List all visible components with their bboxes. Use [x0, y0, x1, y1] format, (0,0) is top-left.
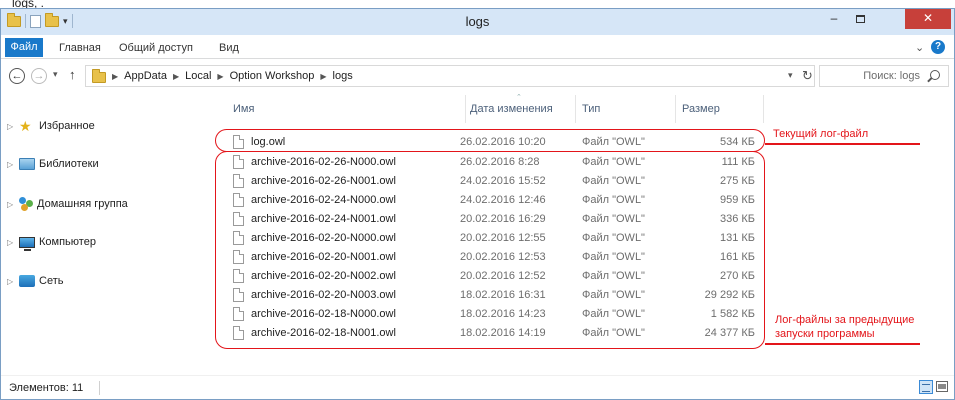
up-button[interactable]: ↑ — [69, 67, 76, 82]
expand-icon[interactable]: ▷ — [7, 238, 15, 247]
tab-view[interactable]: Вид — [219, 42, 239, 54]
column-divider[interactable] — [465, 95, 466, 123]
navigation-bar: ← → ▾ ↑ ▶ AppData ▶ Local ▶ Option Works… — [1, 60, 954, 92]
maximize-icon — [855, 14, 865, 23]
previous-logs-underline — [765, 343, 920, 345]
column-divider[interactable] — [763, 95, 764, 123]
breadcrumb-option-workshop[interactable]: Option Workshop — [230, 70, 315, 82]
breadcrumb-local[interactable]: Local — [185, 70, 211, 82]
large-icons-view-icon[interactable] — [936, 381, 948, 392]
previous-logs-annotation-line1: Лог-файлы за предыдущие — [775, 314, 915, 326]
navigation-pane: ▷ ★ Избранное ▷ Библиотеки ▷ Домашняя гр… — [1, 93, 211, 373]
nav-item-label: Библиотеки — [39, 158, 99, 170]
star-icon: ★ — [19, 118, 32, 134]
folder-icon — [92, 69, 106, 83]
refresh-icon[interactable]: ↻ — [802, 68, 813, 84]
network-icon — [19, 275, 35, 287]
file-list: ⌃ Имя Дата изменения Тип Размер log.owl … — [213, 93, 954, 373]
maximize-button[interactable] — [847, 9, 873, 29]
address-dropdown-icon[interactable]: ▾ — [788, 70, 793, 81]
column-header-type[interactable]: Тип — [582, 103, 600, 115]
tab-share[interactable]: Общий доступ — [119, 42, 193, 54]
current-log-underline — [765, 143, 920, 145]
expand-icon[interactable]: ▷ — [7, 200, 15, 209]
column-divider[interactable] — [575, 95, 576, 123]
expand-icon[interactable]: ▷ — [7, 160, 15, 169]
forward-button[interactable]: → — [31, 68, 47, 84]
libraries-icon — [19, 158, 35, 170]
window-title: logs — [465, 14, 490, 29]
items-count: Элементов: 11 — [9, 382, 84, 394]
chevron-right-icon[interactable]: ▶ — [217, 72, 223, 81]
search-icon[interactable] — [930, 70, 940, 80]
search-box[interactable]: Поиск: logs — [819, 65, 949, 87]
column-header-size[interactable]: Размер — [682, 103, 720, 115]
explorer-window: ▾ logs – ✕ Файл Главная Общий доступ Вид… — [0, 8, 955, 400]
breadcrumb-logs[interactable]: logs — [333, 70, 353, 82]
chevron-right-icon[interactable]: ▶ — [320, 72, 326, 81]
ribbon-tabs: Файл Главная Общий доступ Вид ⌄ ? — [1, 35, 954, 59]
column-divider[interactable] — [675, 95, 676, 123]
current-log-highlight — [215, 129, 765, 152]
status-divider — [99, 381, 100, 395]
search-input[interactable]: Поиск: logs — [820, 70, 920, 82]
title-bar: ▾ logs – ✕ — [1, 9, 954, 35]
previous-logs-highlight — [215, 151, 765, 349]
close-button[interactable]: ✕ — [905, 9, 951, 29]
nav-item-network[interactable]: ▷ Сеть — [7, 275, 63, 287]
computer-icon — [19, 236, 35, 251]
column-header-date[interactable]: Дата изменения — [470, 103, 553, 115]
tab-home[interactable]: Главная — [59, 42, 101, 54]
nav-item-libraries[interactable]: ▷ Библиотеки — [7, 158, 99, 170]
sort-indicator-icon: ⌃ — [516, 94, 522, 101]
expand-icon[interactable]: ▷ — [7, 277, 15, 286]
minimize-button[interactable]: – — [821, 9, 847, 29]
current-log-annotation: Текущий лог-файл — [773, 128, 869, 140]
expand-ribbon-icon[interactable]: ⌄ — [915, 41, 924, 54]
details-view-icon[interactable] — [919, 380, 933, 394]
tab-file[interactable]: Файл — [5, 38, 43, 57]
nav-item-favorites[interactable]: ▷ ★ Избранное — [7, 119, 95, 133]
column-header-name[interactable]: Имя — [233, 103, 254, 115]
status-bar: Элементов: 11 — [1, 375, 954, 399]
address-bar[interactable]: ▶ AppData ▶ Local ▶ Option Workshop ▶ lo… — [85, 65, 815, 87]
expand-icon[interactable]: ▷ — [7, 122, 15, 131]
help-icon[interactable]: ? — [931, 40, 945, 54]
nav-item-homegroup[interactable]: ▷ Домашняя группа — [7, 197, 128, 211]
chevron-right-icon[interactable]: ▶ — [173, 72, 179, 81]
back-button[interactable]: ← — [9, 68, 25, 84]
previous-logs-annotation-line2: запуски программы — [775, 328, 875, 340]
nav-item-label: Компьютер — [39, 236, 96, 248]
breadcrumb-appdata[interactable]: AppData — [124, 70, 167, 82]
nav-item-label: Сеть — [39, 275, 64, 287]
nav-item-label: Домашняя группа — [37, 198, 128, 210]
homegroup-icon — [19, 197, 33, 211]
nav-item-computer[interactable]: ▷ Компьютер — [7, 236, 96, 251]
recent-locations-icon[interactable]: ▾ — [53, 69, 58, 80]
chevron-right-icon[interactable]: ▶ — [112, 72, 118, 81]
nav-item-label: Избранное — [39, 120, 95, 132]
breadcrumb: ▶ AppData ▶ Local ▶ Option Workshop ▶ lo… — [112, 70, 353, 82]
